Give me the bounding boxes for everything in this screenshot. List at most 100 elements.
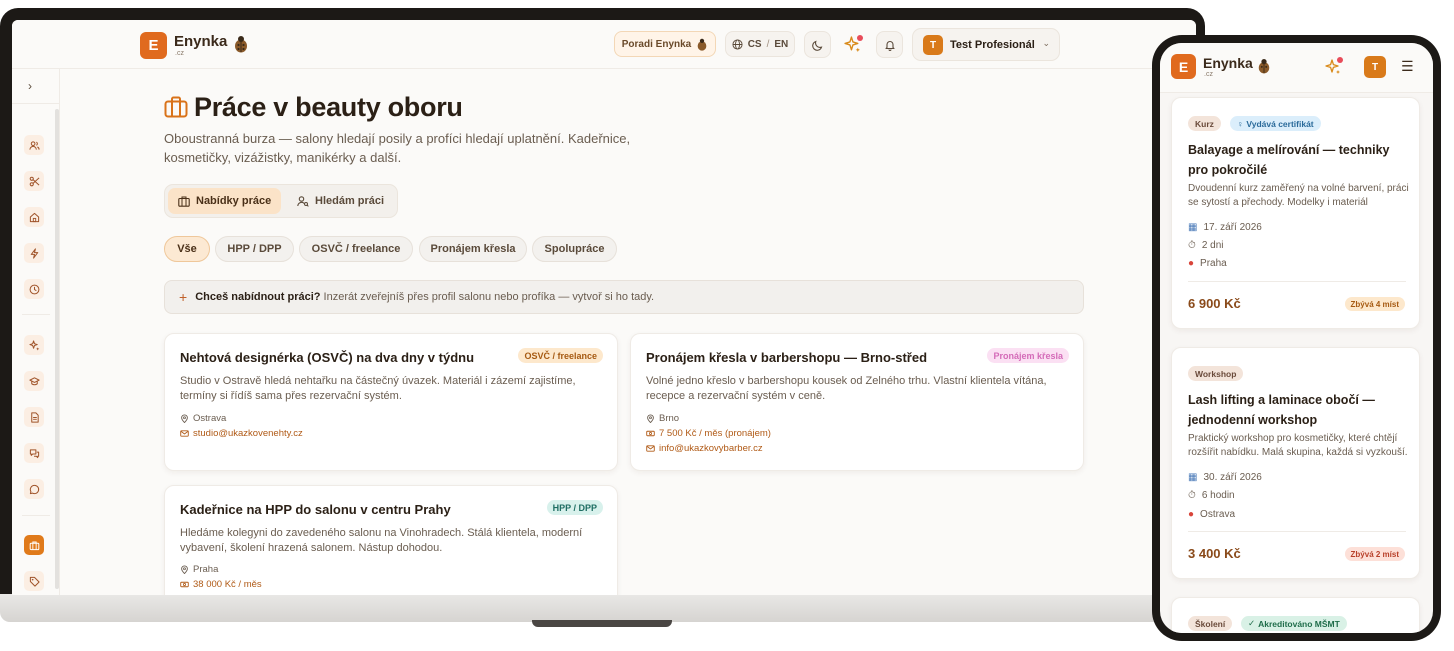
course-location-text: Ostrava <box>1200 509 1236 520</box>
brand-logo[interactable]: E <box>1171 54 1196 79</box>
job-title[interactable]: Nehtová designérka (OSVČ) na dva dny v t… <box>180 350 474 365</box>
user-avatar: T <box>923 35 943 55</box>
sidebar-item-deals[interactable] <box>24 571 44 591</box>
language-switcher[interactable]: CS / EN <box>725 31 795 57</box>
hamburger-menu-icon[interactable]: ☰ <box>1401 58 1414 75</box>
lang-en[interactable]: EN <box>774 39 788 50</box>
calendar-icon: ▦ <box>1188 472 1198 483</box>
job-email[interactable]: studio@ukazkovenehty.cz <box>180 428 303 439</box>
job-type-badge: OSVČ / freelance <box>518 348 603 363</box>
course-title[interactable]: Lash lifting a laminace obočí — jednoden… <box>1188 390 1410 430</box>
course-description: Dvoudenní kurz zaměřený na volné barvení… <box>1188 183 1409 208</box>
brand-logo[interactable]: E <box>140 32 167 59</box>
certificate-tag: ♀ Vydává certifikát <box>1230 116 1321 131</box>
course-location: ● Praha <box>1188 258 1227 269</box>
mail-icon <box>646 445 655 452</box>
tab-job-offers[interactable]: Nabídky práce <box>168 188 282 214</box>
map-pin-icon <box>181 414 188 423</box>
job-title[interactable]: Kadeřnice na HPP do salonu v centru Prah… <box>180 502 451 517</box>
sidebar-item-flash[interactable] <box>24 243 44 263</box>
seats-left-badge: Zbývá 4 míst <box>1344 297 1405 311</box>
job-location: Ostrava <box>180 413 226 424</box>
course-card[interactable]: Workshop Lash lifting a laminace obočí —… <box>1171 347 1420 579</box>
stopwatch-icon: ⏱ <box>1188 490 1196 501</box>
card-divider <box>1188 281 1406 282</box>
lang-separator: / <box>766 38 770 50</box>
top-navbar: E Enynka .cz Poradi Enynka CS / EN T Tes… <box>12 20 1196 69</box>
sidebar-item-jobs[interactable] <box>24 535 44 555</box>
job-title[interactable]: Pronájem křesla v barbershopu — Brno-stř… <box>646 350 927 365</box>
job-salary-text: 7 500 Kč / měs (pronájem) <box>659 428 771 439</box>
course-date-text: 30. září 2026 <box>1203 472 1262 483</box>
user-menu-button[interactable]: T Test Profesionál ⌄ <box>912 28 1060 61</box>
ladybug-mascot-icon <box>1258 59 1270 74</box>
filter-chip-all[interactable]: Vše <box>164 236 210 262</box>
job-location-text: Ostrava <box>193 413 227 424</box>
page-title: Práce v beauty oboru <box>194 92 463 122</box>
job-card[interactable]: Pronájem křesla v barbershopu — Brno-stř… <box>630 333 1084 471</box>
sidebar-item-forum[interactable] <box>24 443 44 463</box>
sidebar-item-documents[interactable] <box>24 407 44 427</box>
course-title[interactable]: Balayage a melírování — techniky pro pok… <box>1188 140 1410 180</box>
chevron-down-icon: ⌄ <box>1042 38 1050 48</box>
job-type-badge: Pronájem křesla <box>987 348 1069 363</box>
mobile-navbar: E Enynka .cz T ☰ <box>1160 43 1433 93</box>
notifications-button[interactable] <box>876 31 903 58</box>
ai-assistant-button[interactable] <box>844 35 864 55</box>
calendar-icon: ▦ <box>1188 222 1198 233</box>
page-description: Oboustranná burza — salony hledají posil… <box>164 131 631 165</box>
tab-seeking-work[interactable]: Hledám práci <box>287 188 394 214</box>
users-icon <box>28 140 40 150</box>
job-email-text[interactable]: info@ukazkovybarber.cz <box>659 443 763 454</box>
poradi-enynka-button[interactable]: Poradi Enynka <box>614 31 716 57</box>
filter-chip-osvc[interactable]: OSVČ / freelance <box>299 236 413 262</box>
sidebar-item-courses[interactable] <box>24 371 44 391</box>
job-description: Studio v Ostravě hledá nehtařku na částe… <box>180 375 576 402</box>
job-card[interactable]: Kadeřnice na HPP do salonu v centru Prah… <box>164 485 618 595</box>
sidebar-item-ai[interactable] <box>24 335 44 355</box>
sidebar-item-users[interactable] <box>24 135 44 155</box>
sidebar-item-history[interactable] <box>24 279 44 299</box>
course-card[interactable]: Kurz ♀ Vydává certifikát Balayage a melí… <box>1171 97 1420 329</box>
map-pin-icon <box>181 565 188 574</box>
sidebar-item-messages[interactable] <box>24 479 44 499</box>
course-duration: ⏱ 2 dni <box>1188 240 1224 251</box>
filter-chip-cooperation[interactable]: Spolupráce <box>532 236 617 262</box>
sidebar-item-home[interactable] <box>24 207 44 227</box>
job-card[interactable]: Nehtová designérka (OSVČ) na dva dny v t… <box>164 333 618 471</box>
job-description: Hledáme kolegyni do zavedeného salonu na… <box>180 527 583 554</box>
ai-assistant-button[interactable] <box>1325 57 1345 77</box>
sidebar-scrollbar[interactable] <box>55 109 59 589</box>
course-location-text: Praha <box>1200 258 1227 269</box>
tag-icon <box>29 576 40 587</box>
job-email[interactable]: info@ukazkovybarber.cz <box>646 443 763 454</box>
lang-cs[interactable]: CS <box>748 39 762 50</box>
sidebar-item-scissors[interactable] <box>24 171 44 191</box>
course-card[interactable]: Školení ✓ Akreditováno MŠMT <box>1171 597 1420 633</box>
sidebar-divider <box>22 314 50 315</box>
laptop-base <box>0 594 1205 622</box>
brand-name[interactable]: Enynka <box>1203 55 1253 71</box>
sidebar-expand-chevron-icon[interactable]: › <box>28 79 32 93</box>
course-duration-text: 2 dni <box>1201 240 1224 251</box>
create-listing-banner[interactable]: + Chceš nabídnout práci? Inzerát zveřejn… <box>164 280 1084 314</box>
course-price: 6 900 Kč <box>1188 296 1241 311</box>
laptop-notch <box>532 620 672 627</box>
user-search-icon <box>297 195 309 207</box>
job-salary: 38 000 Kč / měs <box>180 579 262 590</box>
tab-label: Nabídky práce <box>196 195 272 207</box>
user-avatar[interactable]: T <box>1364 56 1386 78</box>
certificate-tag-text: Vydává certifikát <box>1246 118 1314 129</box>
brand-name[interactable]: Enynka <box>174 33 227 50</box>
filter-chip-chair-rental[interactable]: Pronájem křesla <box>419 236 527 262</box>
course-type-tag: Workshop <box>1188 366 1244 381</box>
course-price: 3 400 Kč <box>1188 546 1241 561</box>
brand-domain: .cz <box>175 50 184 57</box>
ai-notification-dot <box>1337 57 1343 63</box>
course-type-tag: Školení <box>1188 616 1233 631</box>
plus-icon: + <box>179 289 188 305</box>
ladybug-mascot-icon <box>235 36 247 53</box>
filter-chip-hpp-dpp[interactable]: HPP / DPP <box>215 236 294 262</box>
job-email-text[interactable]: studio@ukazkovenehty.cz <box>193 428 303 439</box>
dark-mode-toggle[interactable] <box>804 31 831 58</box>
